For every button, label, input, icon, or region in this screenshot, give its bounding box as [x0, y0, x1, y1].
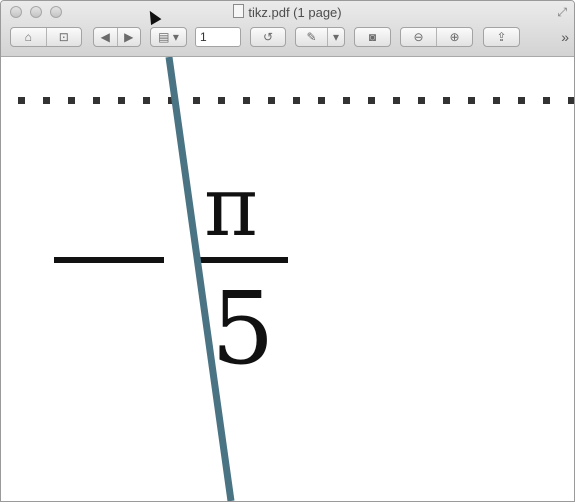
view-menu-button[interactable]: ▤ ▾	[150, 27, 187, 47]
stack-button[interactable]: ◙	[354, 27, 391, 47]
window-title: tikz.pdf (1 page)	[1, 4, 574, 20]
page-nav-group: ◀ ▶	[93, 27, 141, 47]
sidebar-group: ⌂ ⊡	[10, 27, 82, 47]
fullscreen-icon[interactable]: ⤢	[557, 5, 567, 20]
share-button[interactable]: ⇪	[483, 27, 520, 47]
sidebar-toggle-icon: ⌂	[24, 30, 32, 44]
annotate-menu-icon: ▾	[332, 30, 340, 44]
annotate-button[interactable]: ✎	[296, 28, 327, 46]
bookmark-button[interactable]: ⊡	[45, 28, 82, 46]
zoom-group: ⊖ ⊕	[400, 27, 473, 47]
sidebar-toggle-button[interactable]: ⌂	[11, 28, 46, 46]
previous-page-icon: ◀	[100, 30, 110, 44]
rotate-button[interactable]: ↺	[250, 27, 286, 47]
pdf-page[interactable]: π 5	[1, 57, 574, 501]
stack-icon: ◙	[368, 30, 377, 44]
diagonal-line	[165, 57, 235, 501]
zoom-out-icon: ⊖	[413, 30, 424, 44]
share-icon: ⇪	[496, 30, 507, 44]
annotate-group: ✎ ▾	[295, 27, 345, 47]
titlebar: tikz.pdf (1 page) ⤢ ⌂ ⊡ ◀ ▶ ▤ ▾ 1 ↺ ✎ ▾ …	[1, 1, 574, 57]
bookmark-icon: ⊡	[58, 30, 69, 44]
pdf-document-icon	[233, 4, 245, 18]
previous-page-button[interactable]: ◀	[94, 28, 117, 46]
window-title-text: tikz.pdf (1 page)	[248, 5, 342, 20]
page-number-input[interactable]: 1	[195, 27, 241, 47]
annotate-menu-button[interactable]: ▾	[327, 28, 344, 46]
zoom-out-button[interactable]: ⊖	[401, 28, 436, 46]
next-page-button[interactable]: ▶	[116, 28, 141, 46]
toolbar-overflow-button[interactable]: »	[561, 29, 569, 45]
diagonal-line-stroke	[165, 57, 235, 501]
preview-window: tikz.pdf (1 page) ⤢ ⌂ ⊡ ◀ ▶ ▤ ▾ 1 ↺ ✎ ▾ …	[0, 0, 575, 502]
rotate-icon: ↺	[262, 30, 274, 44]
zoom-in-icon: ⊕	[449, 30, 460, 44]
annotate-icon: ✎	[306, 30, 317, 44]
next-page-icon: ▶	[124, 30, 134, 44]
zoom-in-button[interactable]: ⊕	[436, 28, 472, 46]
view-menu-icon: ▤ ▾	[158, 30, 179, 44]
